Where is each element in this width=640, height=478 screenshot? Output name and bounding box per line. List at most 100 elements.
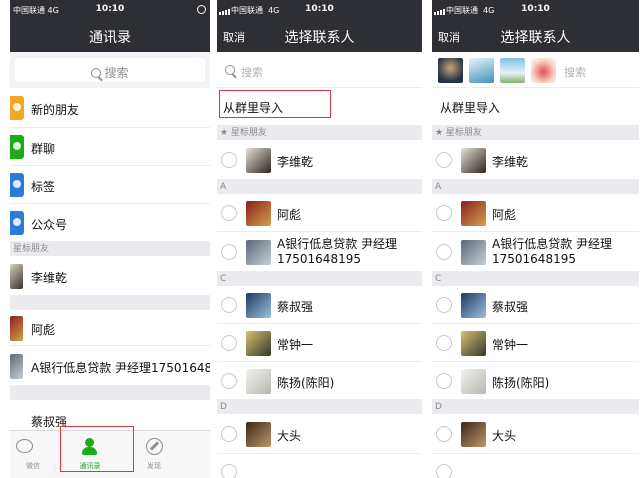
contact-row[interactable]: 常钟一 — [217, 324, 422, 362]
section-header-c — [10, 386, 210, 400]
avatar — [246, 369, 271, 394]
search-input[interactable]: 搜索 — [15, 58, 205, 82]
avatar — [10, 264, 23, 289]
contact-row[interactable] — [432, 454, 639, 478]
contact-row[interactable]: 大头 — [217, 414, 422, 454]
avatar — [246, 293, 271, 318]
contact-row[interactable]: 李维乾 — [10, 256, 210, 296]
select-radio[interactable] — [436, 373, 452, 389]
contact-row[interactable]: A银行低息贷款 尹经理17501648195 — [217, 232, 422, 272]
select-radio[interactable] — [221, 205, 237, 221]
contact-row[interactable]: A银行低息贷款 尹经理17501648195 — [432, 232, 639, 272]
import-from-group[interactable]: 从群里导入 — [432, 88, 639, 126]
select-radio[interactable] — [436, 205, 452, 221]
contact-name: 蔡叔强 — [277, 300, 314, 314]
contact-row[interactable]: A银行低息贷款 尹经理17501648195 — [10, 346, 210, 386]
clock: 10:10 — [305, 4, 334, 14]
menu-label: 群聊 — [31, 142, 56, 156]
highlight-box — [219, 90, 331, 118]
avatar — [461, 331, 486, 356]
search-label: 搜索 — [104, 66, 129, 80]
select-radio[interactable] — [221, 464, 237, 478]
contact-row[interactable]: 蔡叔强 — [432, 286, 639, 324]
compass-icon — [146, 438, 163, 455]
avatar — [246, 148, 271, 173]
menu-group-chats[interactable]: 群聊 — [10, 128, 210, 166]
select-radio[interactable] — [436, 426, 452, 442]
nav-bar: 取消 选择联系人 — [217, 20, 422, 52]
search-bar[interactable]: 搜索 — [217, 52, 422, 88]
select-radio[interactable] — [436, 464, 452, 478]
contact-row[interactable]: 李维乾 — [432, 140, 639, 180]
section-header-a: A — [217, 180, 422, 194]
contact-name: 阿彪 — [31, 323, 56, 337]
contact-row[interactable]: 大头 — [432, 414, 639, 454]
menu-label: 新的朋友 — [31, 103, 80, 117]
contact-row[interactable]: 陈扬(陈阳) — [217, 362, 422, 400]
select-radio[interactable] — [221, 373, 237, 389]
contact-row[interactable]: 阿彪 — [432, 194, 639, 232]
selected-avatar[interactable] — [469, 58, 494, 83]
section-header-starred: 星标朋友 — [10, 242, 210, 256]
contact-name: A银行低息贷款 尹经理17501648195 — [492, 237, 613, 266]
select-radio[interactable] — [221, 152, 237, 168]
nav-bar: 取消 选择联系人 — [432, 20, 639, 52]
contact-name: 常钟一 — [277, 338, 314, 352]
contact-name: 李维乾 — [492, 155, 529, 169]
rotation-lock-icon — [197, 5, 206, 14]
menu-tags[interactable]: 标签 — [10, 166, 210, 204]
contact-name: 李维乾 — [31, 271, 68, 285]
menu-label: 公众号 — [31, 218, 68, 232]
search-bar[interactable]: 搜索 — [10, 52, 210, 88]
select-radio[interactable] — [221, 297, 237, 313]
contact-name: A银行低息贷款 尹经理17501648195 — [31, 361, 210, 375]
avatar — [246, 240, 271, 265]
section-header-a: A — [432, 180, 639, 194]
contact-row[interactable] — [217, 454, 422, 478]
group-chat-icon — [10, 135, 24, 159]
chat-bubble-icon — [16, 439, 33, 453]
contact-row[interactable]: 蔡叔强 — [217, 286, 422, 324]
tag-icon — [10, 173, 24, 197]
avatar — [461, 422, 486, 447]
highlight-box — [60, 426, 134, 472]
menu-new-friends[interactable]: 新的朋友 — [10, 88, 210, 128]
selected-avatars-bar: 搜索 — [432, 52, 639, 88]
contact-name: 阿彪 — [277, 208, 302, 222]
contact-name: 李维乾 — [277, 155, 314, 169]
selected-avatar[interactable] — [438, 58, 463, 83]
select-radio[interactable] — [436, 335, 452, 351]
menu-label: 标签 — [31, 180, 56, 194]
select-radio[interactable] — [221, 335, 237, 351]
contact-row[interactable]: 陈扬(陈阳) — [432, 362, 639, 400]
contact-name: 大头 — [277, 429, 302, 443]
selected-avatar[interactable] — [531, 58, 556, 83]
search-icon — [91, 68, 102, 78]
menu-official-accounts[interactable]: 公众号 — [10, 204, 210, 242]
avatar — [461, 148, 486, 173]
avatar — [461, 240, 486, 265]
select-radio[interactable] — [221, 426, 237, 442]
select-radio[interactable] — [221, 244, 237, 260]
section-header-c: C — [217, 272, 422, 286]
section-header-starred: ★ 星标朋友 — [432, 126, 639, 140]
selected-avatar[interactable] — [500, 58, 525, 83]
select-radio[interactable] — [436, 152, 452, 168]
search-input[interactable]: 搜索 — [564, 64, 586, 80]
contact-name: 常钟一 — [492, 338, 529, 352]
section-header-d: D — [432, 400, 639, 414]
select-radio[interactable] — [436, 297, 452, 313]
contact-row[interactable]: 阿彪 — [217, 194, 422, 232]
page-title: 选择联系人 — [284, 30, 355, 46]
contacts-screen: 中国联通 4G 10:10 通讯录 搜索 新的朋友 群聊 标签 公众号 星标朋友… — [10, 0, 210, 478]
search-input[interactable]: 搜索 — [241, 64, 263, 80]
avatar — [246, 422, 271, 447]
select-contacts-screen: 中国联通 4G 10:10 取消 选择联系人 搜索 从群里导入 ★ 星标朋友 李… — [217, 0, 422, 478]
status-bar: 中国联通 4G 10:10 — [432, 0, 639, 20]
contact-row[interactable]: 常钟一 — [432, 324, 639, 362]
contact-row[interactable]: 阿彪 — [10, 310, 210, 346]
avatar — [461, 369, 486, 394]
contact-name: 大头 — [492, 429, 517, 443]
select-radio[interactable] — [436, 244, 452, 260]
contact-row[interactable]: 李维乾 — [217, 140, 422, 180]
